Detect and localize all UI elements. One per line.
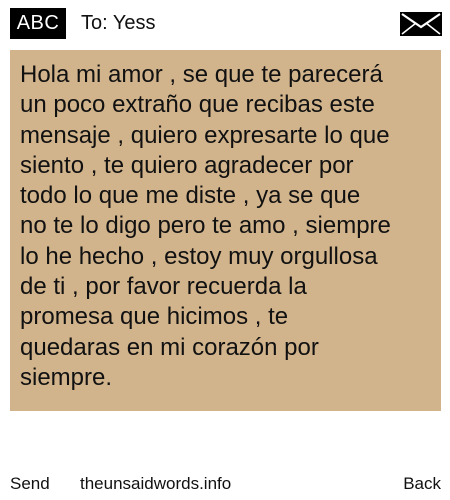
- message-header: ABC To: Yess: [0, 0, 450, 46]
- website-label: theunsaidwords.info: [80, 474, 232, 493]
- envelope-icon: [400, 12, 442, 36]
- recipient-label: To: Yess: [81, 12, 156, 34]
- send-button[interactable]: Send: [10, 473, 50, 495]
- sms-compose-screen: ABC To: Yess Hola mi amor , se que te pa…: [0, 0, 450, 500]
- message-body[interactable]: Hola mi amor , se que te parecerá un poc…: [20, 60, 440, 393]
- back-button[interactable]: Back: [403, 473, 441, 495]
- input-mode-badge[interactable]: ABC: [10, 8, 66, 39]
